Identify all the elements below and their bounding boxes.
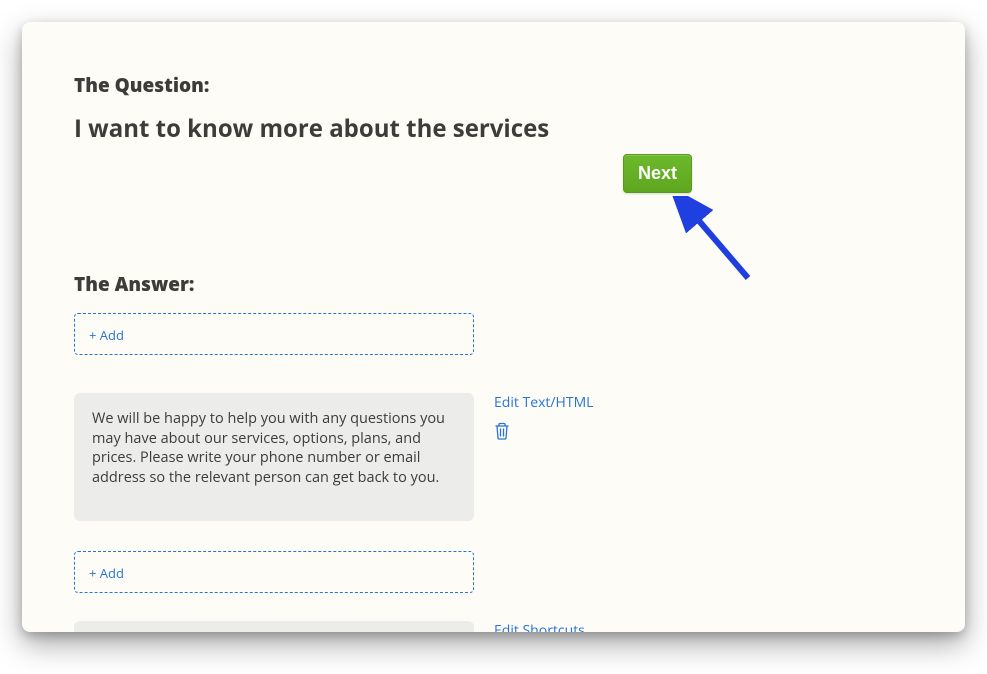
shortcuts-block: SEO Logo Design Branding Social Media	[74, 621, 474, 632]
question-text: I want to know more about the services	[74, 112, 913, 145]
edit-text-link[interactable]: Edit Text/HTML	[494, 393, 593, 412]
answer-label: The Answer:	[74, 271, 913, 297]
add-label: + Add	[89, 326, 124, 344]
next-button[interactable]: Next	[623, 154, 692, 193]
add-block-top[interactable]: + Add	[74, 313, 474, 355]
trash-icon[interactable]	[494, 422, 510, 440]
shortcuts-block-actions: Edit Shortcuts	[494, 621, 585, 632]
editor-card: The Question: I want to know more about …	[22, 22, 965, 632]
question-label: The Question:	[74, 72, 913, 98]
edit-shortcuts-link[interactable]: Edit Shortcuts	[494, 621, 585, 632]
text-block-actions: Edit Text/HTML	[494, 393, 593, 440]
add-block-mid[interactable]: + Add	[74, 551, 474, 593]
answer-text-block: We will be happy to help you with any qu…	[74, 393, 474, 521]
add-label: + Add	[89, 564, 124, 582]
